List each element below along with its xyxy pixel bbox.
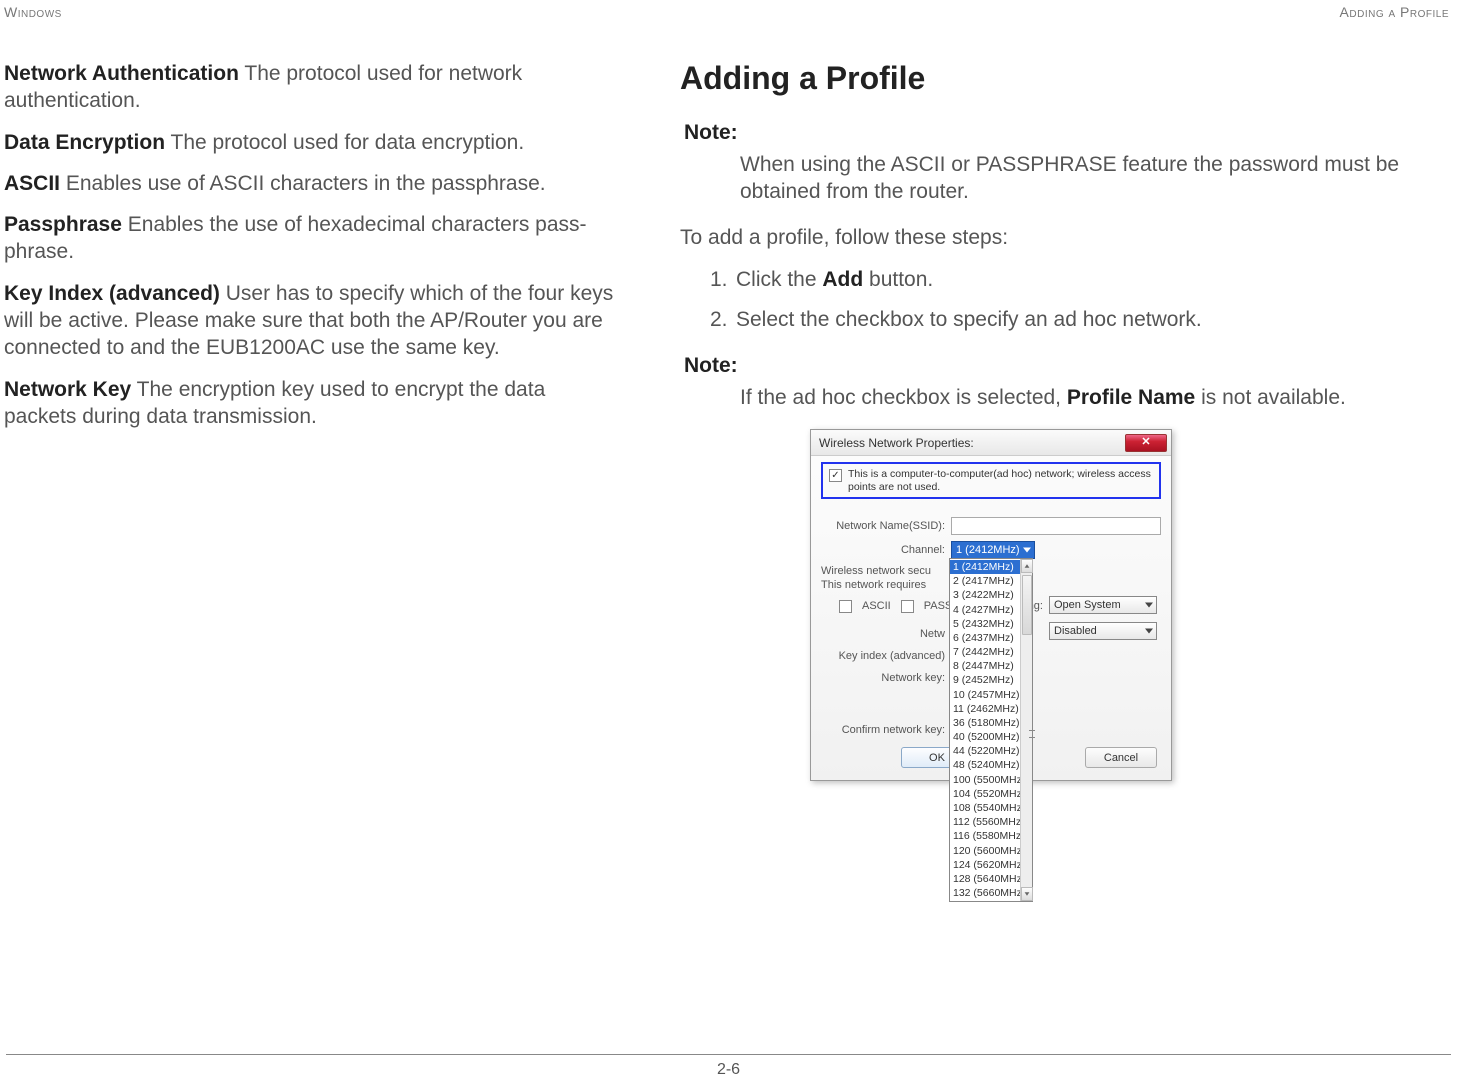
- section-title: Adding a Profile: [680, 60, 1447, 97]
- passphrase-label: PASS: [924, 600, 953, 612]
- ascii-checkbox[interactable]: [839, 600, 852, 613]
- note2-bold: Profile Name: [1067, 386, 1195, 409]
- auth-combo[interactable]: Open System: [1049, 596, 1157, 614]
- titlebar[interactable]: Wireless Network Properties: ✕: [811, 430, 1171, 456]
- ascii-label: ASCII: [862, 600, 891, 612]
- dialog-title: Wireless Network Properties:: [819, 436, 974, 450]
- def-passphrase: Passphrase Enables the use of hexadecima…: [4, 211, 620, 266]
- header-left: Windows: [4, 4, 62, 20]
- adhoc-highlight-box: ✓ This is a computer-to-computer(ad hoc)…: [821, 462, 1161, 499]
- cancel-button[interactable]: Cancel: [1085, 747, 1157, 768]
- note2-body: If the ad hoc checkbox is selected, Prof…: [740, 384, 1447, 411]
- term: Data Encryption: [4, 131, 165, 154]
- term: Network Key: [4, 378, 131, 401]
- steps-list: 1.Click the Add button. 2.Select the che…: [710, 265, 1447, 336]
- chevron-down-icon: [1145, 629, 1153, 634]
- note1-label: Note:: [684, 121, 1447, 145]
- step-bold: Add: [822, 268, 863, 291]
- step-pre: Click the: [736, 268, 822, 291]
- note2-post: is not available.: [1195, 386, 1346, 409]
- dialog-body: ✓ This is a computer-to-computer(ad hoc)…: [811, 456, 1171, 780]
- term: Passphrase: [4, 213, 122, 236]
- adhoc-checkbox[interactable]: ✓: [829, 469, 842, 482]
- term: ASCII: [4, 172, 60, 195]
- dialog-wrap: Wireless Network Properties: ✕ ✓ This is…: [810, 429, 1172, 781]
- netw-label-trunc: Netw: [821, 628, 951, 640]
- encryption-combo[interactable]: Disabled: [1049, 622, 1157, 640]
- chevron-down-icon: [1023, 548, 1031, 553]
- step-2: 2.Select the checkbox to specify an ad h…: [710, 305, 1447, 335]
- def-body: Enables use of ASCII characters in the p…: [60, 172, 546, 195]
- note2-label: Note:: [684, 354, 1447, 378]
- network-key-label: Network key:: [821, 672, 951, 684]
- scrollbar-thumb[interactable]: [1022, 575, 1032, 635]
- def-body: The protocol used for data encryption.: [165, 131, 524, 154]
- step-pre: Select the checkbox to specify an ad hoc…: [736, 308, 1202, 331]
- passphrase-checkbox[interactable]: [901, 600, 914, 613]
- term: Key Index (advanced): [4, 282, 220, 305]
- page-footer: 2-6: [6, 1054, 1451, 1079]
- step-num: 2.: [710, 305, 736, 335]
- auth-value: Open System: [1054, 599, 1121, 611]
- scroll-down-icon[interactable]: [1021, 887, 1033, 901]
- right-column: Adding a Profile Note: When using the AS…: [680, 60, 1447, 781]
- def-key-index: Key Index (advanced) User has to specify…: [4, 280, 620, 362]
- ssid-input[interactable]: [951, 517, 1161, 535]
- def-network-key: Network Key The encryption key used to e…: [4, 376, 620, 431]
- step-num: 1.: [710, 265, 736, 295]
- page-header: Windows Adding a Profile: [0, 0, 1457, 20]
- encryption-value: Disabled: [1054, 625, 1097, 637]
- adhoc-checkbox-label: This is a computer-to-computer(ad hoc) n…: [848, 468, 1153, 493]
- def-ascii: ASCII Enables use of ASCII characters in…: [4, 170, 620, 197]
- close-button[interactable]: ✕: [1125, 434, 1167, 452]
- channel-dropdown-list[interactable]: 1 (2412MHz) 2 (2417MHz) 3 (2422MHz) 4 (2…: [949, 558, 1033, 902]
- confirm-key-label: Confirm network key:: [821, 724, 951, 736]
- left-column: Network Authentication The protocol used…: [0, 60, 620, 781]
- keyindex-label: Key index (advanced): [821, 650, 951, 662]
- wireless-properties-dialog: Wireless Network Properties: ✕ ✓ This is…: [810, 429, 1172, 781]
- header-right: Adding a Profile: [1340, 4, 1449, 20]
- step-1: 1.Click the Add button.: [710, 265, 1447, 295]
- right-combos: Open System Disabled: [1049, 596, 1159, 640]
- chevron-down-icon: [1145, 603, 1153, 608]
- channel-row: Channel: 1 (2412MHz): [821, 541, 1161, 559]
- page-number: 2-6: [717, 1061, 740, 1078]
- scroll-mid-mark-icon: [1029, 730, 1035, 738]
- channel-combo[interactable]: 1 (2412MHz): [951, 541, 1035, 559]
- intro-para: To add a profile, follow these steps:: [680, 224, 1447, 251]
- ssid-label: Network Name(SSID):: [821, 520, 951, 532]
- note1-body: When using the ASCII or PASSPHRASE featu…: [740, 151, 1447, 206]
- step-post: button.: [863, 268, 933, 291]
- term: Network Authentication: [4, 62, 239, 85]
- channel-label: Channel:: [821, 544, 951, 556]
- channel-selected-value: 1 (2412MHz): [956, 544, 1020, 556]
- close-icon: ✕: [1141, 436, 1150, 448]
- def-data-encryption: Data Encryption The protocol used for da…: [4, 129, 620, 156]
- note2-pre: If the ad hoc checkbox is selected,: [740, 386, 1067, 409]
- def-network-auth: Network Authentication The protocol used…: [4, 60, 620, 115]
- scroll-up-icon[interactable]: [1021, 559, 1033, 573]
- ssid-row: Network Name(SSID):: [821, 517, 1161, 535]
